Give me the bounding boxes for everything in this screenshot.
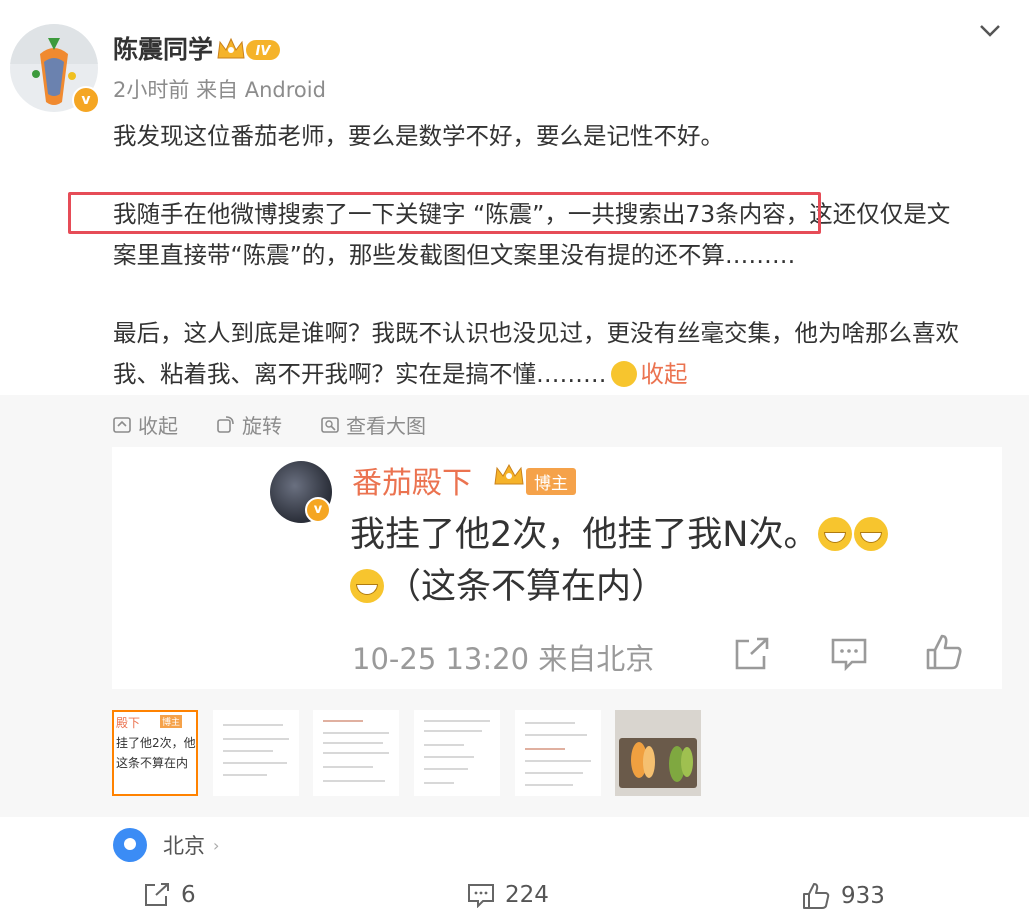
card-text-1: 我挂了他2次，他挂了我N次。: [350, 515, 819, 555]
comment-icon: [468, 884, 494, 908]
highlight-box: [68, 192, 821, 234]
post-paragraph-1: 我发现这位番茄老师，要么是数学不好，要么是记性不好。: [113, 122, 724, 150]
grin-emoji-icon: [854, 517, 889, 551]
like-icon: [803, 883, 830, 909]
like-count: 933: [841, 883, 885, 909]
like-button[interactable]: 933: [801, 882, 885, 910]
card-comment-icon: [830, 636, 868, 676]
card-text-line-1: 我挂了他2次，他挂了我N次。: [350, 510, 990, 560]
card-blogger-badge: 博主: [526, 468, 576, 495]
collapse-button[interactable]: 收起: [112, 410, 178, 439]
post-time: 2小时前: [113, 78, 190, 102]
thumbnail-4[interactable]: [414, 710, 500, 796]
post-source: 来自 Android: [196, 78, 326, 102]
grin-emoji-icon: [350, 569, 384, 603]
thumb-name: 殿下: [116, 716, 141, 730]
location-name: 北京: [163, 834, 205, 858]
post-meta: 2小时前 来自 Android: [113, 74, 326, 104]
post-paragraph-3-text: 我、粘着我、离不开我啊？实在是搞不懂………: [113, 360, 607, 388]
username[interactable]: 陈震同学: [113, 30, 213, 66]
collapse-icon: [113, 416, 131, 433]
location-tag[interactable]: 北京 ›: [113, 828, 219, 862]
thumbnail-5[interactable]: [515, 710, 601, 796]
card-verified-icon: v: [305, 497, 331, 523]
card-text-line-2: （这条不算在内）: [350, 562, 990, 612]
thumbnail-1[interactable]: 殿下 博主 挂了他2次，他 这条不算在内: [112, 710, 198, 796]
card-share-icon: [733, 636, 771, 676]
collapse-link[interactable]: 收起: [641, 360, 688, 388]
comment-button[interactable]: 224: [467, 882, 549, 908]
post-paragraph-3-line-2: 我、粘着我、离不开我啊？实在是搞不懂……… 收起: [113, 354, 1013, 395]
rotate-icon: [217, 415, 234, 433]
card-username: 番茄殿下: [352, 466, 472, 501]
post-paragraph-3-line-1: 最后，这人到底是谁啊？我既不认识也没见过，更没有丝毫交集，他为啥那么喜欢: [113, 319, 959, 347]
repost-button[interactable]: 6: [143, 882, 196, 908]
card-like-icon: [924, 632, 964, 676]
thumbnail-6-food-photo[interactable]: [615, 710, 701, 796]
laugh-cry-emoji-icon: [610, 361, 637, 387]
rotate-button[interactable]: 旋转: [216, 410, 282, 439]
card-crown-icon: [493, 462, 525, 492]
repost-icon: [145, 883, 169, 906]
collapse-label: 收起: [138, 414, 178, 438]
post-paragraph-2-line-2: 案里直接带“陈震”的，那些发截图但文案里没有提的还不算………: [113, 241, 796, 269]
member-crown-icon[interactable]: IV: [216, 36, 282, 66]
view-large-button[interactable]: 查看大图: [320, 410, 426, 439]
thumb-line-1: 挂了他2次，他: [116, 736, 196, 750]
card-time-source: 10-25 13:20 来自北京: [352, 642, 655, 676]
thumb-line-2: 这条不算在内: [116, 756, 189, 770]
location-pin-icon: [113, 828, 147, 862]
thumb-badge: 博主: [160, 715, 183, 728]
card-text-2: （这条不算在内）: [386, 567, 667, 607]
grin-emoji-icon: [818, 517, 853, 551]
rotate-label: 旋转: [242, 414, 282, 438]
chevron-down-icon[interactable]: [977, 18, 1003, 48]
level-badge: IV: [256, 44, 272, 59]
repost-count: 6: [181, 882, 196, 908]
comment-count: 224: [505, 882, 549, 908]
verified-badge-icon: v: [72, 86, 100, 114]
view-large-icon: [321, 416, 339, 433]
thumbnail-3[interactable]: [313, 710, 399, 796]
thumbnail-2[interactable]: [213, 710, 299, 796]
view-large-label: 查看大图: [346, 414, 426, 438]
location-arrow-icon: ›: [213, 835, 220, 855]
